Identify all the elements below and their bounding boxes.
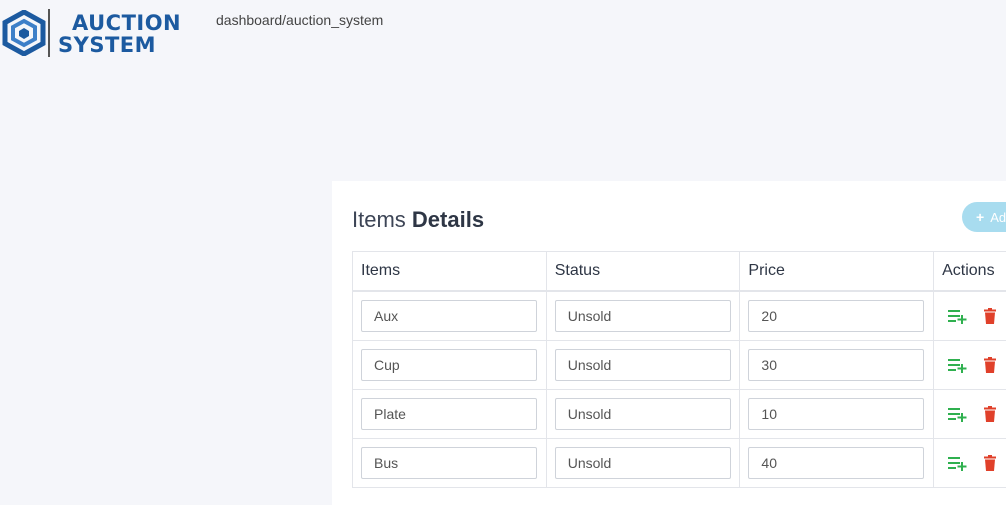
hexagon-logo-icon — [2, 10, 46, 56]
playlist-add-icon[interactable] — [948, 455, 968, 471]
row-actions — [942, 406, 1006, 422]
card-title-light: Items — [352, 207, 412, 232]
table-header-row: Items Status Price Actions — [352, 251, 1006, 292]
logo-separator — [48, 9, 50, 57]
card-title: Items Details — [352, 207, 484, 233]
item-status-field[interactable]: Unsold — [554, 398, 731, 430]
playlist-add-icon[interactable] — [948, 406, 968, 422]
item-price-field[interactable]: 40 — [748, 447, 925, 479]
item-name-field[interactable]: Plate — [361, 398, 537, 430]
item-price-field[interactable]: 30 — [748, 349, 925, 381]
breadcrumb[interactable]: dashboard/auction_system — [216, 12, 383, 28]
column-header-actions: Actions — [933, 251, 1006, 292]
playlist-add-icon[interactable] — [948, 308, 968, 324]
trash-icon[interactable] — [984, 455, 997, 471]
item-status-field[interactable]: Unsold — [554, 447, 731, 479]
table-row: Plate Unsold 10 — [352, 389, 1006, 439]
trash-icon[interactable] — [984, 357, 997, 373]
item-name-field[interactable]: Aux — [361, 300, 537, 332]
card-title-bold: Details — [411, 207, 485, 232]
row-actions — [942, 357, 1006, 373]
column-header-status: Status — [545, 251, 741, 292]
table-row: Aux Unsold 20 — [352, 290, 1006, 341]
page: AUCTION SYSTEM dashboard/auction_system … — [0, 0, 1006, 505]
item-status-field[interactable]: Unsold — [554, 349, 731, 381]
trash-icon[interactable] — [984, 406, 997, 422]
item-name-field[interactable]: Cup — [361, 349, 537, 381]
items-card: Items Details + Ad Items Status Price Ac… — [332, 181, 1006, 505]
table-row: Bus Unsold 40 — [352, 438, 1006, 488]
add-item-button[interactable]: + Ad — [962, 202, 1006, 232]
item-name-field[interactable]: Bus — [361, 447, 537, 479]
logo[interactable]: AUCTION SYSTEM — [0, 4, 190, 62]
row-actions — [942, 308, 1006, 324]
item-price-field[interactable]: 20 — [748, 300, 925, 332]
item-status-field[interactable]: Unsold — [554, 300, 731, 332]
playlist-add-icon[interactable] — [948, 357, 968, 373]
items-table: Items Status Price Actions Aux Unsold 20 — [352, 251, 1006, 488]
logo-text-line1: AUCTION — [72, 11, 182, 35]
item-price-field[interactable]: 10 — [748, 398, 925, 430]
plus-icon: + — [976, 209, 985, 225]
row-actions — [942, 455, 1006, 471]
column-header-items: Items — [352, 251, 547, 292]
add-item-button-label: Ad — [990, 209, 1006, 225]
table-row: Cup Unsold 30 — [352, 340, 1006, 390]
logo-text-line2: SYSTEM — [58, 33, 157, 57]
trash-icon[interactable] — [984, 308, 997, 324]
column-header-price: Price — [739, 251, 935, 292]
